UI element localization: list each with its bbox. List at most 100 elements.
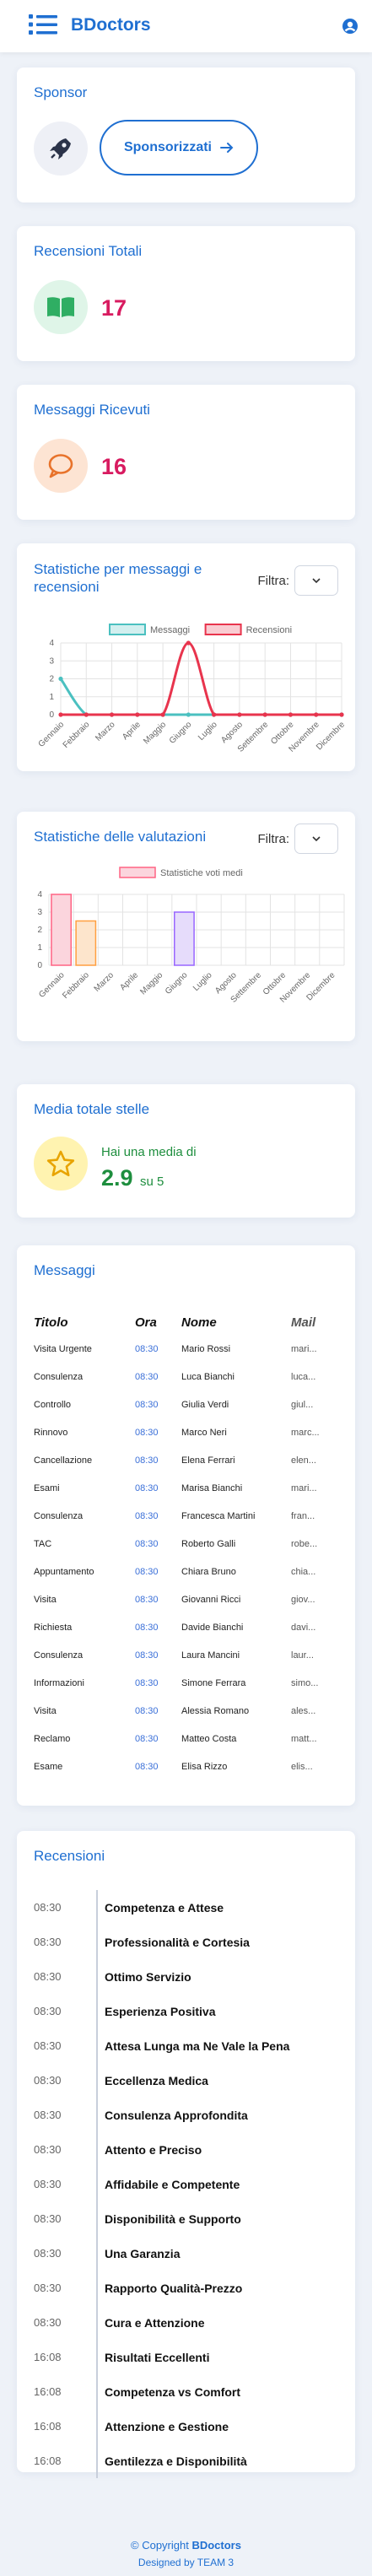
review-title: Professionalità e Cortesia [96, 1925, 346, 1959]
stars-caption: Hai una media di [101, 1145, 197, 1159]
list-item[interactable]: 16:08 Attenzione e Gestione [34, 2409, 346, 2444]
review-title: Consulenza Approfondita [96, 2098, 346, 2132]
list-item[interactable]: 08:30 Rapporto Qualità-Prezzo [34, 2271, 346, 2305]
stats-ratings-card: Statistiche delle valutazioni Filtra: St… [17, 812, 355, 1041]
review-title: Attenzione e Gestione [96, 2409, 346, 2444]
table-row[interactable]: Visita 08:30 Alessia Romano ales... [34, 1697, 346, 1725]
message-title: Informazioni [34, 1677, 84, 1688]
review-title: Disponibilità e Supporto [96, 2201, 346, 2236]
table-row[interactable]: Esame 08:30 Elisa Rizzo elis... [34, 1752, 346, 1780]
messages-table: Titolo Ora Nome Mail Visita Urgente 08:30… [34, 1310, 346, 1780]
review-title: Competenza e Attese [96, 1890, 346, 1925]
y-tick-label: 4 [37, 890, 42, 899]
x-tick-label: Maggio [142, 720, 168, 746]
table-row[interactable]: Controllo 08:30 Giulia Verdi giul... [34, 1391, 346, 1418]
table-row[interactable]: Appuntamento 08:30 Chiara Bruno chia... [34, 1558, 346, 1585]
y-tick-label: 2 [49, 675, 54, 684]
list-item[interactable]: 16:08 Risultati Eccellenti [34, 2340, 346, 2374]
table-row[interactable]: Richiesta 08:30 Davide Bianchi davi... [34, 1613, 346, 1641]
list-item[interactable]: 16:08 Competenza vs Comfort [34, 2374, 346, 2409]
list-item[interactable]: 08:30 Eccellenza Medica [34, 2063, 346, 2098]
message-title: Appuntamento [34, 1566, 94, 1577]
message-mail: luca... [291, 1371, 316, 1382]
stars-suffix: su 5 [140, 1175, 164, 1189]
bar [174, 911, 195, 966]
message-title: Consulenza [34, 1510, 84, 1521]
message-mail: giul... [291, 1399, 314, 1410]
table-row[interactable]: Informazioni 08:30 Simone Ferrara simo... [34, 1669, 346, 1697]
legend-swatch [119, 867, 156, 878]
list-item[interactable]: 08:30 Esperienza Positiva [34, 1994, 346, 2028]
review-time: 08:30 [34, 1901, 62, 1914]
table-row[interactable]: Esami 08:30 Marisa Bianchi mari... [34, 1474, 346, 1502]
review-time: 08:30 [34, 1970, 62, 1983]
sponsor-button[interactable]: Sponsorizzati [100, 120, 258, 176]
message-mail: laur... [291, 1650, 314, 1661]
message-time: 08:30 [135, 1455, 159, 1466]
data-point [58, 712, 63, 717]
reviews-list: 08:30 Competenza e Attese 08:30 Professiona… [34, 1890, 346, 2478]
star-icon [34, 1137, 88, 1191]
legend-swatch [204, 624, 242, 635]
table-row[interactable]: Cancellazione 08:30 Elena Ferrari elen... [34, 1446, 346, 1474]
data-point [109, 712, 115, 717]
message-title: Visita [34, 1594, 57, 1605]
review-title: Una Garanzia [96, 2236, 346, 2271]
column-header: Titolo [34, 1315, 68, 1330]
message-time: 08:30 [135, 1566, 159, 1577]
table-row[interactable]: Visita Urgente 08:30 Mario Rossi mari... [34, 1335, 346, 1363]
message-title: TAC [34, 1538, 52, 1549]
table-row[interactable]: Consulenza 08:30 Francesca Martini fran... [34, 1502, 346, 1530]
review-title: Risultati Eccellenti [96, 2340, 346, 2374]
message-time: 08:30 [135, 1343, 159, 1354]
message-mail: robe... [291, 1538, 318, 1549]
table-row[interactable]: Visita 08:30 Giovanni Ricci giov... [34, 1585, 346, 1613]
list-icon[interactable] [29, 13, 57, 36]
line-chart: Messaggi Recensioni01234GennaioFebbraio Ma… [37, 624, 347, 754]
message-mail: ales... [291, 1705, 316, 1716]
total-reviews-title: Recensioni Totali [34, 243, 143, 259]
table-row[interactable]: Consulenza 08:30 Laura Mancini laur... [34, 1641, 346, 1669]
review-time: 08:30 [34, 2316, 62, 2329]
total-messages-count: 16 [101, 454, 127, 479]
sponsor-card: Sponsor Sponsorizzati [17, 68, 355, 203]
table-row[interactable]: TAC 08:30 Roberto Galli robe... [34, 1530, 346, 1558]
list-item[interactable]: 08:30 Affidabile e Competente [34, 2167, 346, 2201]
message-time: 08:30 [135, 1371, 159, 1382]
review-title: Attesa Lunga ma Ne Vale la Pena [96, 2028, 346, 2063]
bar-chart: Statistiche voti medi01234GennaioFebbrai… [37, 867, 345, 1005]
footer: © Copyright BDoctors Designed by TEAM 3 [0, 2519, 372, 2576]
message-name: Roberto Galli [181, 1538, 236, 1549]
list-item[interactable]: 08:30 Attesa Lunga ma Ne Vale la Pena [34, 2028, 346, 2063]
review-title: Eccellenza Medica [96, 2063, 346, 2098]
table-row[interactable]: Reclamo 08:30 Matteo Costa matt... [34, 1725, 346, 1752]
list-item[interactable]: 08:30 Cura e Attenzione [34, 2305, 346, 2340]
message-mail: simo... [291, 1677, 319, 1688]
message-time: 08:30 [135, 1733, 159, 1744]
legend-label: Messaggi [150, 625, 190, 635]
list-item[interactable]: 08:30 Professionalità e Cortesia [34, 1925, 346, 1959]
list-item[interactable]: 08:30 Consulenza Approfondita [34, 2098, 346, 2132]
table-row[interactable]: Consulenza 08:30 Luca Bianchi luca... [34, 1363, 346, 1391]
brand-logo[interactable]: BDoctors [71, 15, 151, 35]
x-tick-label: Luglio [191, 970, 214, 993]
user-circle-icon[interactable] [342, 18, 359, 35]
data-point [314, 712, 319, 717]
message-title: Controllo [34, 1399, 72, 1410]
x-tick-label: Aprile [121, 720, 143, 742]
table-row[interactable]: Rinnovo 08:30 Marco Neri marc... [34, 1418, 346, 1446]
list-item[interactable]: 08:30 Attento e Preciso [34, 2132, 346, 2167]
list-item[interactable]: 08:30 Competenza e Attese [34, 1890, 346, 1925]
y-tick-label: 1 [49, 693, 54, 702]
legend-label: Statistiche voti medi [160, 868, 243, 878]
list-item[interactable]: 08:30 Ottimo Servizio [34, 1959, 346, 1994]
list-item[interactable]: 16:08 Gentilezza e Disponibilità [34, 2444, 346, 2478]
list-item[interactable]: 08:30 Una Garanzia [34, 2236, 346, 2271]
review-time: 16:08 [34, 2351, 62, 2363]
column-header: Nome [181, 1315, 217, 1330]
reviews-card: Recensioni 08:30 Competenza e Attese 08:30… [17, 1831, 355, 2478]
list-item[interactable]: 08:30 Disponibilità e Supporto [34, 2201, 346, 2236]
message-time: 08:30 [135, 1510, 159, 1521]
review-title: Cura e Attenzione [96, 2305, 346, 2340]
message-time: 08:30 [135, 1650, 159, 1661]
